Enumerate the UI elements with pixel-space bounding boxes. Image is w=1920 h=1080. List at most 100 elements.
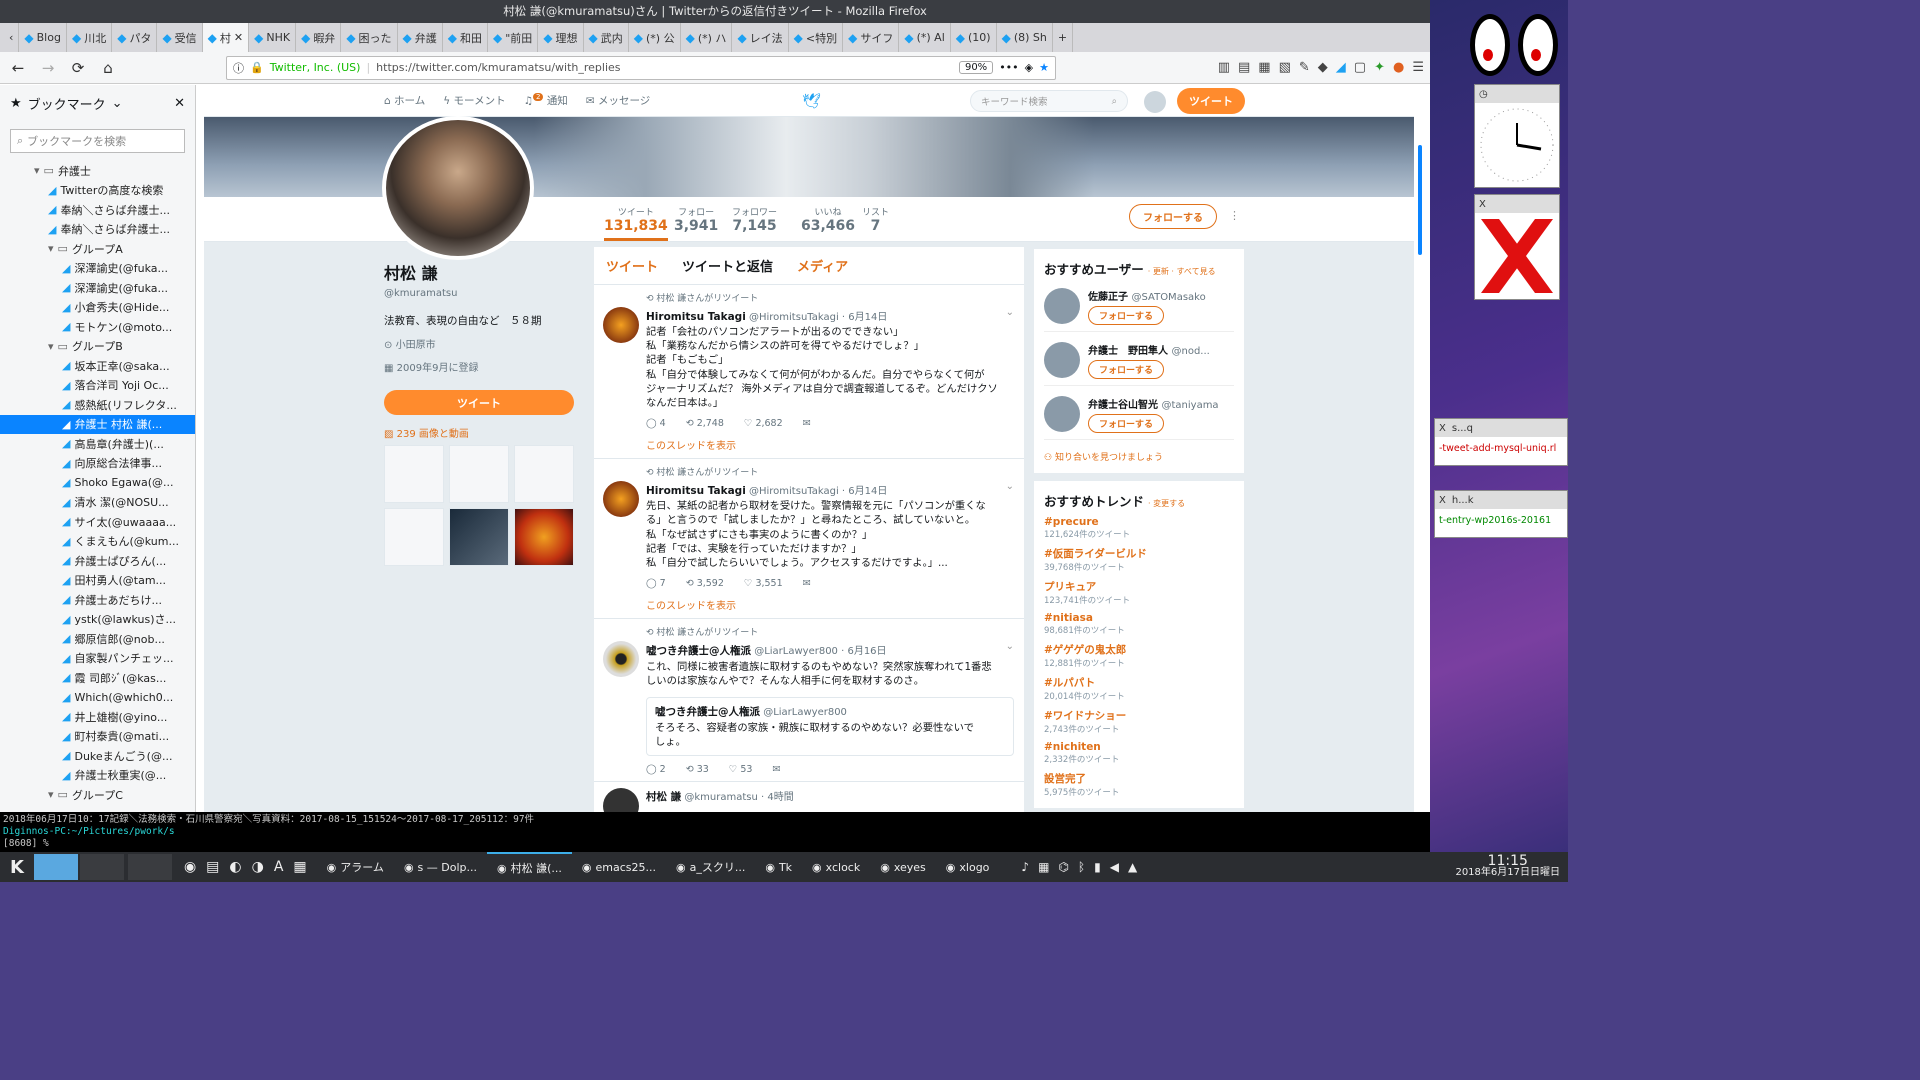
firefox-icon[interactable]: ◉: [184, 859, 196, 875]
mini-2-titlebar[interactable]: Xh...k: [1435, 491, 1567, 509]
dm-icon[interactable]: ✉: [803, 418, 811, 429]
bookmark-search-input[interactable]: ⌕ ブックマークを検索: [10, 129, 185, 153]
profile-handle[interactable]: @kmuramatsu: [384, 288, 574, 299]
tweet-avatar[interactable]: [603, 481, 639, 518]
mini-1-titlebar[interactable]: Xs...q: [1435, 419, 1567, 437]
browser-tab[interactable]: ◆ 和田: [443, 23, 489, 52]
browser-tab[interactable]: ◆ (10): [951, 23, 997, 52]
menu-icon[interactable]: ☰: [1412, 60, 1424, 75]
launcher-icons[interactable]: ◉ ▤ ◐ ◑ A ▦: [174, 852, 317, 882]
browser-tab[interactable]: ◆ 暇弁: [296, 23, 342, 52]
media-thumb[interactable]: [384, 445, 444, 503]
bookmark-item[interactable]: ◢ 奉納＼さらば弁護士...: [0, 220, 195, 240]
addon-icon[interactable]: ◆: [1318, 60, 1328, 75]
kde-menu-button[interactable]: K: [0, 852, 34, 882]
font-icon[interactable]: A: [274, 859, 284, 875]
back-button[interactable]: ←: [6, 56, 30, 80]
profile-avatar[interactable]: [382, 116, 534, 260]
quote-author[interactable]: 嘘つき弁護士@人権派: [655, 706, 760, 718]
info-icon[interactable]: ⓘ: [233, 60, 244, 76]
browser-tab[interactable]: ◆ 武内: [584, 23, 629, 52]
show-thread-link[interactable]: このスレッドを表示: [646, 597, 1014, 612]
reload-button[interactable]: ⟳: [66, 56, 90, 80]
like-button[interactable]: ♡ 2,682: [744, 418, 783, 429]
reply-button[interactable]: ◯ 4: [646, 418, 666, 429]
profile-stat[interactable]: いいね 63,466: [801, 205, 855, 234]
bookmark-folder[interactable]: ▾ ▭ 弁護士: [0, 161, 195, 181]
battery-icon[interactable]: ▮: [1094, 860, 1101, 874]
keyboard-icon[interactable]: ▦: [293, 859, 306, 875]
sidebar-title[interactable]: ブックマーク: [28, 94, 106, 113]
tweet-author[interactable]: Hiromitsu Takagi: [646, 311, 746, 323]
suggested-user-avatar[interactable]: [1044, 342, 1080, 378]
like-button[interactable]: ♡ 53: [729, 764, 753, 775]
follow-button[interactable]: フォローする: [1088, 306, 1165, 325]
tweet[interactable]: ⟲ 村松 謙さんがリツイート ⌄ 嘘つき弁護士@人権派 @LiarLawyer800…: [594, 619, 1024, 783]
profile-stat[interactable]: フォロー 3,941: [674, 205, 718, 234]
bookmark-item[interactable]: ◢ 田村勇人(@tam...: [0, 571, 195, 591]
suggested-user[interactable]: 弁護士 野田隼人 @nod... フォローする: [1044, 342, 1234, 386]
pocket-icon[interactable]: ◈: [1025, 61, 1033, 74]
xlogo-window[interactable]: X: [1474, 194, 1560, 300]
browser-tab[interactable]: ◆ (*) ハ: [681, 23, 733, 52]
browser-tab[interactable]: ◆ 困った: [341, 23, 398, 52]
twitter-bird-icon[interactable]: 🕊: [802, 92, 821, 110]
library-icon[interactable]: ▥: [1218, 60, 1230, 75]
trend-item[interactable]: #nitiasa 98,681件のツイート: [1044, 612, 1234, 636]
bookmark-item[interactable]: ◢ 弁護士ぱぴろん(...: [0, 551, 195, 571]
taskbar-task[interactable]: ◉ emacs25...: [572, 852, 666, 882]
chevron-down-icon[interactable]: ▾: [48, 788, 54, 801]
twitter-addon-icon[interactable]: ◢: [1336, 60, 1346, 75]
tweet[interactable]: ⟲ 村松 謙さんがリツイート ⌄ Hiromitsu Takagi @Hiromit…: [594, 459, 1024, 620]
nav-messages[interactable]: ✉ メッセージ: [586, 93, 650, 108]
bookmark-item[interactable]: ◢ 郷原信郎(@nob...: [0, 629, 195, 649]
chevron-down-icon[interactable]: ⌄: [112, 96, 123, 111]
frog-icon[interactable]: ✦: [1374, 60, 1385, 75]
new-tab-button[interactable]: +: [1053, 23, 1074, 52]
media-thumb[interactable]: [449, 445, 509, 503]
terminal-panel[interactable]: 2018年06月17日10：17記録＼法務検索・石川県警察宛＼写真資料：2017…: [0, 812, 1430, 852]
bookmark-item[interactable]: ◢ くまえもん(@kum...: [0, 532, 195, 552]
trend-item[interactable]: #ゲゲゲの鬼太郎 12,881件のツイート: [1044, 642, 1234, 669]
tweet-avatar[interactable]: [603, 788, 639, 812]
nav-notifications[interactable]: ♫ 2 通知: [524, 93, 568, 108]
browser-tab[interactable]: ◆ パタ: [112, 23, 158, 52]
media-link[interactable]: ▨ 239 画像と動画: [384, 425, 574, 440]
bookmark-item[interactable]: ◢ 弁護士秋重実(@...: [0, 766, 195, 786]
compose-tweet-button[interactable]: ツイート: [1177, 88, 1245, 114]
taskbar-task[interactable]: ◉ s — Dolp...: [394, 852, 487, 882]
reader-icon[interactable]: ▦: [1258, 60, 1270, 75]
tab-tweets-replies[interactable]: ツイートと返信: [682, 256, 773, 275]
bookmark-item[interactable]: ◢ Dukeまんごう(@...: [0, 746, 195, 766]
forward-button[interactable]: →: [36, 56, 60, 80]
bookmark-item[interactable]: ◢ 町村泰貴(@mati...: [0, 727, 195, 747]
bookmark-folder[interactable]: ▾ ▭ グループC: [0, 785, 195, 805]
taskbar-clock[interactable]: 11:15 2018年6月17日日曜日: [1455, 854, 1568, 879]
bookmark-item[interactable]: ◢ 落合洋司 Yoji Oc...: [0, 376, 195, 396]
profile-stat[interactable]: リスト 7: [862, 205, 889, 234]
terminal-line-3[interactable]: [8608] %: [3, 838, 1427, 850]
tweet-author[interactable]: 嘘つき弁護士@人権派: [646, 645, 751, 657]
bookmark-item[interactable]: ◢ 井上雄樹(@yino...: [0, 707, 195, 727]
suggested-user-avatar[interactable]: [1044, 396, 1080, 432]
follow-button[interactable]: フォローする: [1088, 360, 1165, 379]
user-avatar[interactable]: [1144, 91, 1166, 113]
network-icon[interactable]: ⌬: [1058, 860, 1068, 874]
trend-item[interactable]: #ワイドナショー 2,743件のツイート: [1044, 708, 1234, 735]
pen-icon[interactable]: ✎: [1299, 60, 1310, 75]
media-thumb[interactable]: [384, 508, 444, 566]
extensions-icon[interactable]: ▧: [1279, 60, 1291, 75]
browser-tab[interactable]: ◆ サイフ: [843, 23, 900, 52]
quoted-tweet[interactable]: 嘘つき弁護士@人権派 @LiarLawyer800 そろそろ、容疑者の家族・親族に…: [646, 696, 1014, 757]
chevron-down-icon[interactable]: ▾: [34, 164, 40, 177]
color-icon[interactable]: ●: [1393, 60, 1404, 75]
page-actions-icon[interactable]: •••: [999, 61, 1018, 74]
ruby-icon[interactable]: ◑: [252, 859, 264, 875]
retweet-button[interactable]: ⟲ 2,748: [686, 418, 724, 429]
bookmark-item[interactable]: ◢ 奉納＼さらば弁護士...: [0, 200, 195, 220]
xeyes-window[interactable]: [1466, 8, 1566, 80]
suggested-user-name[interactable]: 佐藤正子 @SATOMasako: [1088, 288, 1206, 303]
suggested-user-name[interactable]: 弁護士 野田隼人 @nod...: [1088, 342, 1210, 357]
reply-button[interactable]: ◯ 2: [646, 764, 666, 775]
like-button[interactable]: ♡ 3,551: [744, 578, 783, 589]
